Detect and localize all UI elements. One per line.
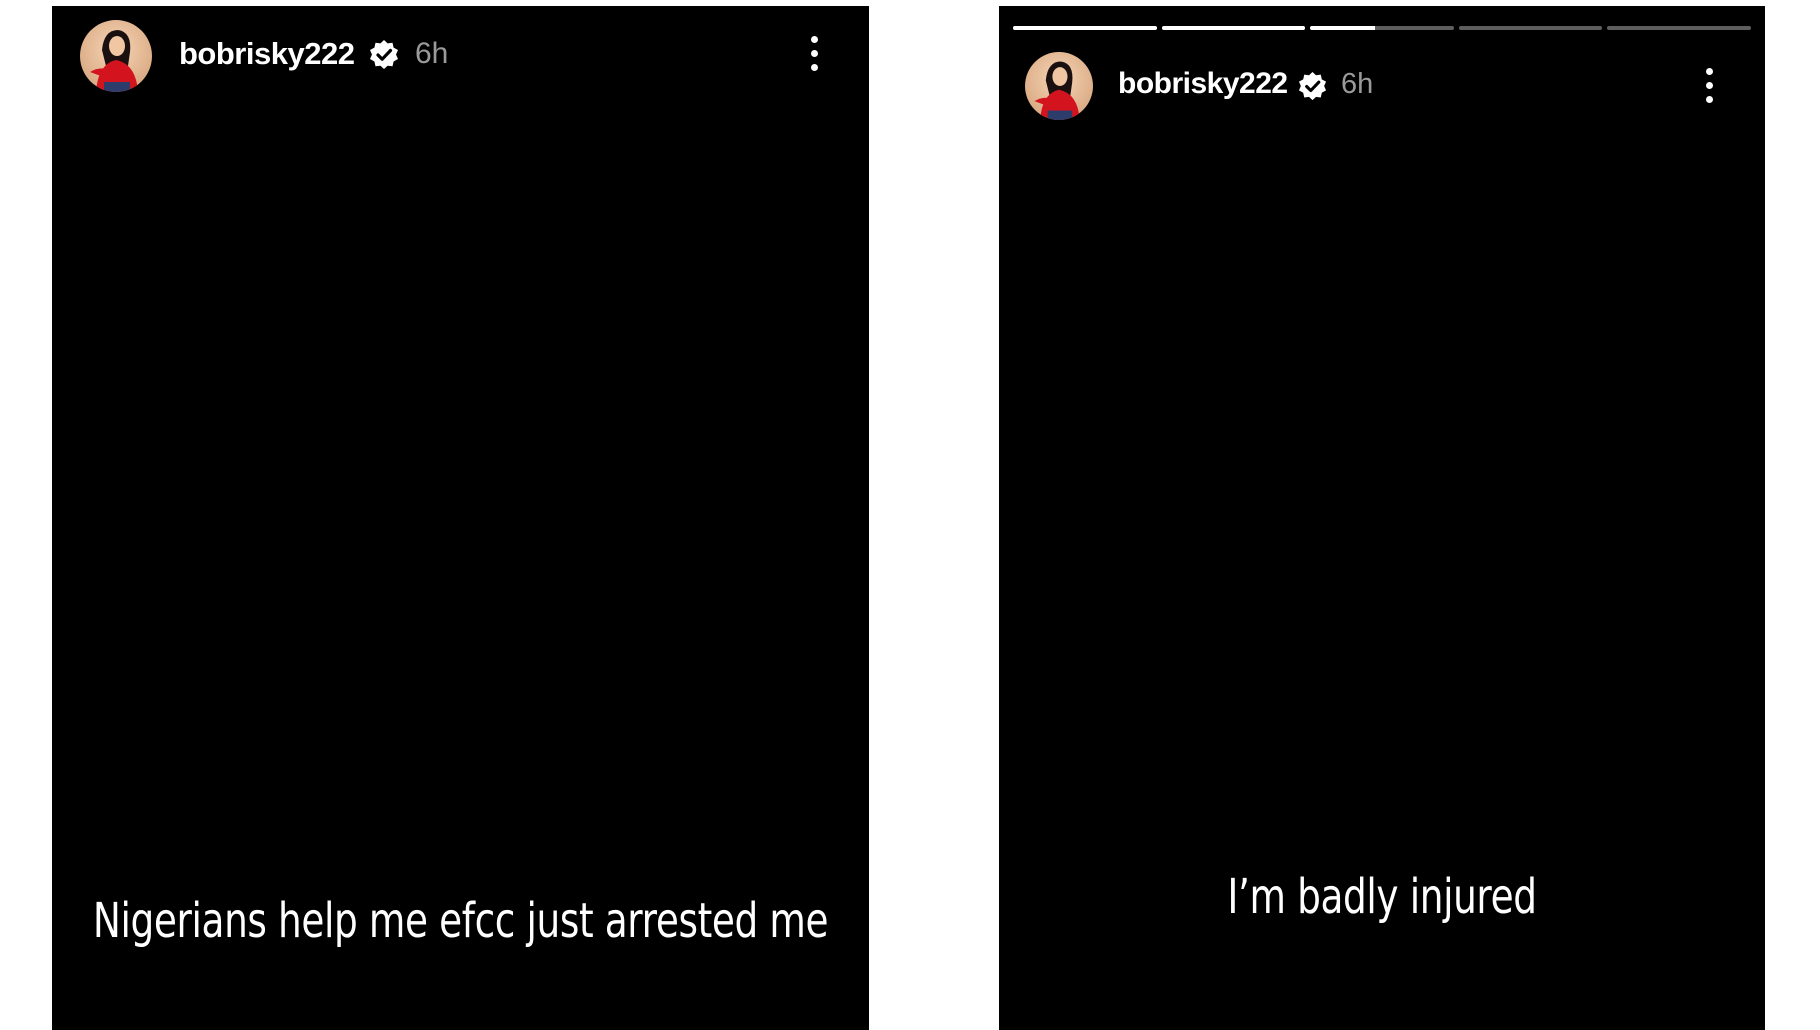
progress-segment [1310,26,1454,30]
more-options-icon[interactable] [1699,68,1719,108]
more-options-icon[interactable] [804,36,824,76]
post-time: 6h [1341,68,1374,100]
story-right[interactable]: bobrisky222 6h I’m badly injured [999,6,1765,1030]
story-header: bobrisky222 6h [999,44,1765,124]
progress-segment [1161,26,1306,30]
progress-segment [1458,26,1603,30]
story-caption: I’m badly injured [1227,869,1537,925]
avatar[interactable] [1025,52,1093,120]
story-progress-bar [1013,26,1751,30]
story-caption: Nigerians help me efcc just arrested me [92,893,829,949]
story-header: bobrisky222 6h [52,12,869,92]
progress-segment [1013,26,1157,30]
username[interactable]: bobrisky222 [1118,67,1288,101]
username[interactable]: bobrisky222 [179,36,355,72]
avatar-image [1025,52,1093,120]
avatar[interactable] [80,20,152,92]
story-left[interactable]: bobrisky222 6h Nigerians help me efcc ju… [52,6,869,1030]
verified-badge-icon [1297,71,1328,102]
avatar-image [80,20,152,92]
verified-badge-icon [368,39,400,71]
post-time: 6h [415,37,449,70]
progress-segment [1607,26,1751,30]
